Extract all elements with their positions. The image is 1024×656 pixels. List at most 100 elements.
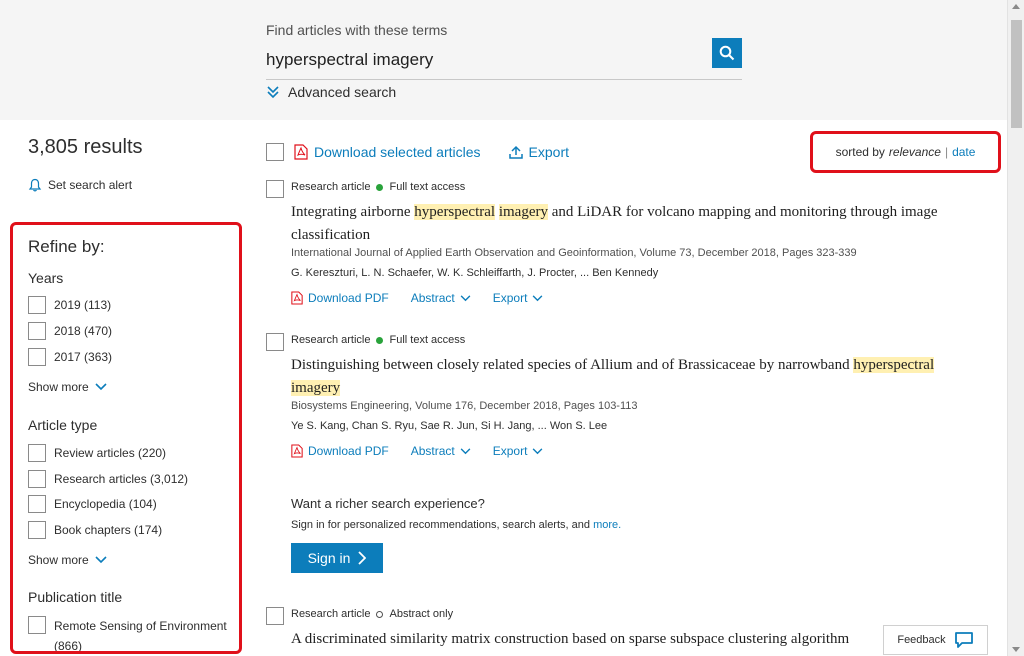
chevron-down-icon (95, 383, 107, 391)
title-highlight: imagery (498, 204, 548, 220)
promo-text: Sign in for personalized recommendations… (291, 519, 711, 531)
checkbox[interactable] (28, 348, 46, 366)
download-pdf-link[interactable]: Download PDF (291, 291, 389, 305)
feedback-button[interactable]: Feedback (883, 625, 988, 655)
search-button[interactable] (712, 38, 742, 68)
set-search-alert-label: Set search alert (48, 178, 133, 192)
promo-more-link[interactable]: more. (593, 519, 621, 531)
facet-year-item[interactable]: 2019 (113) (28, 296, 238, 314)
publication-name: Remote Sensing of Environment (54, 619, 227, 633)
result-authors: Ye S. Kang, Chan S. Ryu, Sae R. Jun, Si … (291, 420, 608, 432)
result-item: Research article Full text access Distin… (266, 333, 986, 473)
abstract-toggle[interactable]: Abstract (411, 444, 471, 458)
result-journal[interactable]: International Journal of Applied Earth O… (291, 247, 857, 259)
scrollbar-thumb[interactable] (1011, 20, 1022, 128)
export-label: Export (528, 144, 569, 160)
chevron-down-icon (533, 447, 543, 454)
feedback-label: Feedback (897, 634, 946, 646)
publication-count: (866) (54, 639, 83, 653)
result-meta: Research article Abstract only (291, 608, 453, 620)
chevron-right-icon (358, 551, 367, 565)
chevron-down-icon (460, 447, 471, 454)
page-scrollbar[interactable] (1007, 0, 1024, 656)
facet-article-type-title: Article type (28, 417, 98, 433)
result-authors: G. Kereszturi, L. N. Schaefer, W. K. Sch… (291, 267, 659, 279)
facet-publication-title: Publication title (28, 589, 123, 605)
abstract-label: Abstract (410, 444, 455, 458)
facet-article-type-item[interactable]: Review articles (220) (28, 444, 238, 462)
result-item: Research article Abstract only A discrim… (266, 607, 986, 656)
search-box: Find articles with these terms hyperspec… (266, 22, 742, 80)
export-label: Export (492, 444, 528, 458)
article-type-show-more-link[interactable]: Show more (28, 553, 107, 567)
advanced-search-label: Advanced search (288, 84, 397, 100)
search-icon (719, 45, 735, 61)
facet-article-type-item[interactable]: Book chapters (174) (28, 521, 238, 539)
chevron-down-icon (460, 294, 471, 301)
facet-label: Research articles (3,012) (54, 472, 189, 486)
checkbox[interactable] (28, 296, 46, 314)
abstract-only-dot-icon (376, 610, 384, 618)
years-show-more-link[interactable]: Show more (28, 380, 107, 394)
download-pdf-label: Download PDF (308, 444, 389, 458)
sign-in-button[interactable]: Sign in (291, 543, 383, 573)
promo-text-body: Sign in for personalized recommendations… (291, 519, 590, 531)
checkbox[interactable] (28, 322, 46, 340)
double-chevron-down-icon (267, 86, 279, 99)
pdf-icon (294, 144, 308, 160)
sorted-by-label: sorted by (835, 145, 885, 159)
result-meta: Research article Full text access (291, 181, 465, 193)
results-toolbar: Download selected articles Export (266, 140, 597, 164)
checkbox[interactable] (28, 616, 46, 634)
article-type: Research article (291, 608, 371, 620)
abstract-toggle[interactable]: Abstract (411, 291, 471, 305)
sort-date-link[interactable]: date (952, 145, 975, 159)
facet-years-title: Years (28, 270, 64, 286)
facet-label: Book chapters (174) (54, 523, 163, 537)
title-highlight: hyperspectral (414, 204, 496, 220)
result-title-link[interactable]: A discriminated similarity matrix constr… (291, 628, 981, 651)
advanced-search-link[interactable]: Advanced search (266, 84, 396, 100)
facet-publication-item[interactable]: Remote Sensing of Environment (866) (28, 616, 238, 653)
search-label: Find articles with these terms (266, 22, 448, 38)
facet-label: 2018 (470) (54, 324, 113, 338)
set-search-alert-link[interactable]: Set search alert (28, 178, 132, 192)
chevron-down-icon (95, 556, 107, 564)
result-actions: Download PDF Abstract Export (291, 444, 543, 458)
full-access-dot-icon (376, 336, 384, 344)
facet-label: 2017 (363) (54, 350, 113, 364)
refine-panel: Refine by: Years 2019 (113) 2018 (470) 2… (10, 222, 242, 654)
export-toggle[interactable]: Export (493, 444, 544, 458)
result-title-link[interactable]: Distinguishing between closely related s… (291, 354, 981, 400)
scroll-down-icon[interactable] (1012, 647, 1020, 652)
download-selected-button[interactable]: Download selected articles (294, 144, 481, 160)
full-access-dot-icon (376, 183, 384, 191)
search-input[interactable]: hyperspectral imagery (266, 38, 742, 80)
pdf-icon (291, 291, 303, 305)
sign-in-label: Sign in (307, 550, 351, 566)
checkbox[interactable] (28, 495, 46, 513)
show-more-label: Show more (28, 380, 89, 394)
facet-article-type-item[interactable]: Encyclopedia (104) (28, 495, 238, 513)
checkbox[interactable] (28, 470, 46, 488)
export-icon (508, 145, 523, 159)
search-query[interactable]: hyperspectral imagery (266, 50, 433, 69)
facet-year-item[interactable]: 2018 (470) (28, 322, 238, 340)
export-button[interactable]: Export (508, 144, 569, 160)
result-checkbox[interactable] (266, 607, 284, 625)
scroll-up-icon[interactable] (1012, 4, 1020, 9)
sort-relevance: relevance (888, 145, 941, 159)
result-journal[interactable]: Biosystems Engineering, Volume 176, Dece… (291, 400, 638, 412)
result-checkbox[interactable] (266, 333, 284, 351)
checkbox[interactable] (28, 444, 46, 462)
result-title-link[interactable]: Integrating airborne hyperspectral image… (291, 201, 981, 247)
access-type: Full text access (389, 181, 466, 193)
export-toggle[interactable]: Export (493, 291, 544, 305)
facet-article-type-item[interactable]: Research articles (3,012) (28, 470, 238, 488)
facet-year-item[interactable]: 2017 (363) (28, 348, 238, 366)
result-checkbox[interactable] (266, 180, 284, 198)
select-all-checkbox[interactable] (266, 143, 284, 161)
sort-control: sorted by relevance | date (810, 131, 1001, 173)
checkbox[interactable] (28, 521, 46, 539)
download-pdf-link[interactable]: Download PDF (291, 444, 389, 458)
